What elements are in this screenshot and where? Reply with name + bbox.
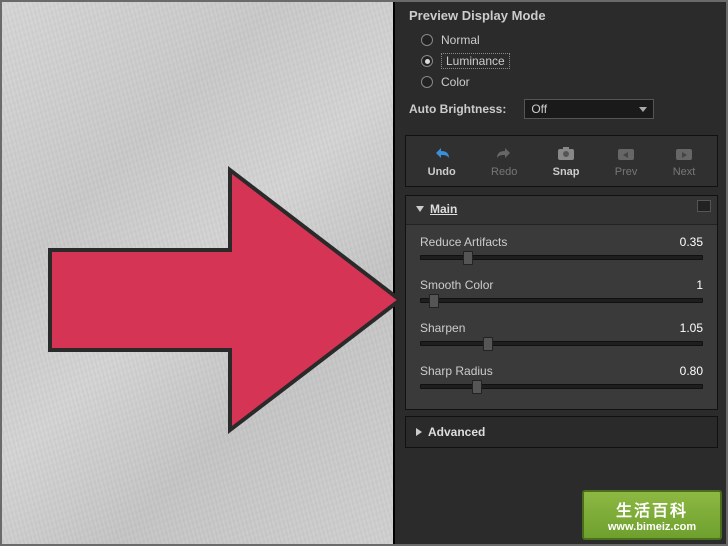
slider-track[interactable] — [420, 298, 703, 303]
next-button[interactable]: Next — [673, 144, 696, 178]
slider-track[interactable] — [420, 255, 703, 260]
disclosure-down-icon — [416, 206, 424, 212]
undo-icon — [431, 144, 453, 162]
slider-group: Reduce Artifacts 0.35 Smooth Color 1 — [406, 225, 717, 409]
slider-thumb[interactable] — [472, 380, 482, 394]
slider-thumb[interactable] — [463, 251, 473, 265]
redo-icon — [493, 144, 515, 162]
main-header[interactable]: Main — [406, 196, 717, 225]
preview-mode-radio-group: Normal Luminance Color — [421, 33, 714, 89]
watermark-url: www.bimeiz.com — [608, 521, 696, 533]
slider-label: Smooth Color — [420, 278, 493, 292]
auto-brightness-dropdown[interactable]: Off — [524, 99, 654, 119]
slider-value: 0.35 — [680, 235, 703, 249]
reduce-artifacts-slider: Reduce Artifacts 0.35 — [420, 235, 703, 260]
main-panel: Main Reduce Artifacts 0.35 Smooth Color … — [405, 195, 718, 410]
next-icon — [673, 144, 695, 162]
slider-track[interactable] — [420, 384, 703, 389]
disclosure-right-icon — [416, 428, 422, 436]
camera-icon — [555, 144, 577, 162]
undo-button[interactable]: Undo — [428, 144, 456, 178]
undo-label: Undo — [428, 166, 456, 178]
smooth-color-slider: Smooth Color 1 — [420, 278, 703, 303]
snap-label: Snap — [553, 166, 580, 178]
slider-thumb[interactable] — [483, 337, 493, 351]
watermark: 生活百科 www.bimeiz.com — [582, 490, 722, 540]
advanced-title: Advanced — [428, 425, 485, 439]
next-label: Next — [673, 166, 696, 178]
radio-label: Color — [441, 75, 470, 89]
radio-label: Luminance — [441, 53, 510, 69]
prev-button[interactable]: Prev — [615, 144, 638, 178]
slider-label: Sharpen — [420, 321, 465, 335]
dropdown-value: Off — [531, 102, 547, 116]
slider-label: Reduce Artifacts — [420, 235, 507, 249]
snap-button[interactable]: Snap — [553, 144, 580, 178]
slider-value: 1 — [696, 278, 703, 292]
auto-brightness-label: Auto Brightness: — [409, 102, 506, 116]
sharp-radius-slider: Sharp Radius 0.80 — [420, 364, 703, 389]
preview-mode-title: Preview Display Mode — [409, 8, 714, 23]
slider-label: Sharp Radius — [420, 364, 493, 378]
redo-button[interactable]: Redo — [491, 144, 517, 178]
radio-icon — [421, 34, 433, 46]
slider-thumb[interactable] — [429, 294, 439, 308]
radio-icon — [421, 55, 433, 67]
advanced-panel-header[interactable]: Advanced — [405, 416, 718, 448]
fur-texture — [0, 0, 393, 546]
frame-border — [0, 0, 2, 546]
watermark-text: 生活百科 — [616, 497, 688, 521]
prev-label: Prev — [615, 166, 638, 178]
radio-icon — [421, 76, 433, 88]
action-toolbar: Undo Redo Snap Prev Next — [405, 135, 718, 187]
main-title: Main — [430, 202, 457, 216]
frame-border — [0, 0, 728, 2]
radio-normal[interactable]: Normal — [421, 33, 714, 47]
radio-color[interactable]: Color — [421, 75, 714, 89]
prev-icon — [615, 144, 637, 162]
settings-panel: Preview Display Mode Normal Luminance Co… — [393, 0, 728, 546]
slider-value: 1.05 — [680, 321, 703, 335]
preview-mode-section: Preview Display Mode Normal Luminance Co… — [395, 0, 728, 127]
preview-image — [0, 0, 393, 546]
radio-label: Normal — [441, 33, 480, 47]
chevron-down-icon — [639, 107, 647, 112]
sharpen-slider: Sharpen 1.05 — [420, 321, 703, 346]
redo-label: Redo — [491, 166, 517, 178]
slider-value: 0.80 — [680, 364, 703, 378]
radio-luminance[interactable]: Luminance — [421, 53, 714, 69]
auto-brightness-row: Auto Brightness: Off — [409, 99, 714, 119]
slider-track[interactable] — [420, 341, 703, 346]
collapse-button[interactable] — [697, 200, 711, 212]
